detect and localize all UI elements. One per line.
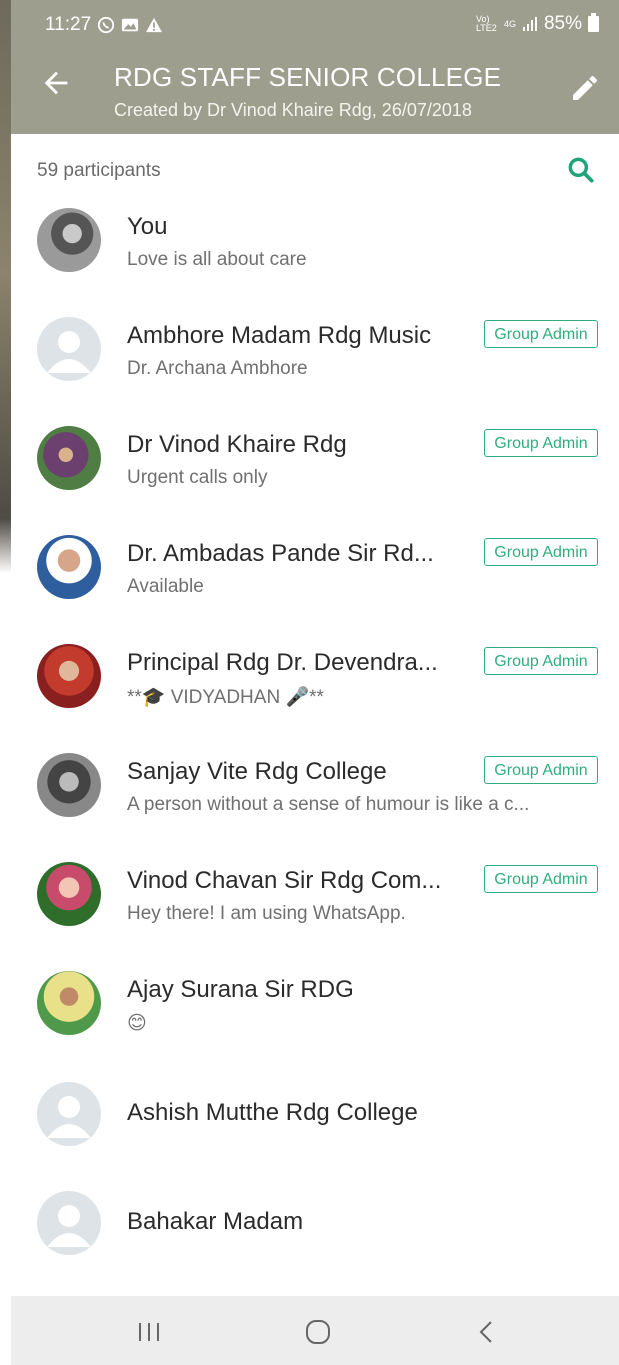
status-right: Vo) LTE2 4G 85% xyxy=(476,13,599,35)
participant-row[interactable]: Dr. Ambadas Pande Sir Rd... Available Gr… xyxy=(11,532,619,622)
participant-status: 😊 xyxy=(127,1013,147,1034)
participant-name: Ashish Mutthe Rdg College xyxy=(127,1099,418,1126)
participant-status: Love is all about care xyxy=(127,249,307,270)
default-avatar-icon xyxy=(47,331,91,373)
participant-row[interactable]: Principal Rdg Dr. Devendra... **🎓 VIDYAD… xyxy=(11,641,619,731)
participant-name: Ajay Surana Sir RDG xyxy=(127,976,354,1003)
participant-name: Bahakar Madam xyxy=(127,1208,304,1235)
background-strip xyxy=(0,0,11,1365)
default-avatar-icon xyxy=(47,1205,91,1247)
group-admin-badge: Group Admin xyxy=(484,647,598,675)
status-left: 11:27 xyxy=(45,14,163,36)
home-icon[interactable] xyxy=(300,1314,336,1350)
avatar[interactable] xyxy=(37,753,101,817)
signal-icon xyxy=(522,17,537,31)
network-label: 4G xyxy=(503,18,516,29)
participant-status: A person without a sense of humour is li… xyxy=(127,794,530,815)
edit-icon[interactable] xyxy=(569,72,601,104)
avatar[interactable] xyxy=(37,317,101,381)
avatar[interactable] xyxy=(37,535,101,599)
participant-status: Urgent calls only xyxy=(127,467,268,488)
avatar[interactable] xyxy=(37,1082,101,1146)
group-admin-badge: Group Admin xyxy=(484,429,598,457)
system-nav-bar xyxy=(11,1296,619,1365)
participant-row[interactable]: You Love is all about care xyxy=(11,205,619,295)
gallery-icon xyxy=(122,18,139,32)
recent-apps-icon[interactable] xyxy=(131,1314,167,1350)
search-icon[interactable] xyxy=(565,154,597,186)
warning-icon xyxy=(146,17,163,33)
group-title[interactable]: RDG STAFF SENIOR COLLEGE xyxy=(114,62,501,93)
participant-name: Principal Rdg Dr. Devendra... xyxy=(127,649,438,676)
participant-name: Dr. Ambadas Pande Sir Rd... xyxy=(127,540,434,567)
participant-name: Sanjay Vite Rdg College xyxy=(127,758,387,785)
participant-status: Available xyxy=(127,576,204,597)
avatar[interactable] xyxy=(37,1191,101,1255)
avatar[interactable] xyxy=(37,426,101,490)
participant-status: Hey there! I am using WhatsApp. xyxy=(127,903,406,924)
back-nav-icon[interactable] xyxy=(469,1314,505,1350)
group-admin-badge: Group Admin xyxy=(484,320,598,348)
participant-name: You xyxy=(127,213,168,240)
back-arrow-icon[interactable] xyxy=(39,66,73,100)
avatar[interactable] xyxy=(37,208,101,272)
participant-row[interactable]: Bahakar Madam xyxy=(11,1188,619,1278)
participant-status: Dr. Archana Ambhore xyxy=(127,358,308,379)
default-avatar-icon xyxy=(47,1096,91,1138)
group-admin-badge: Group Admin xyxy=(484,865,598,893)
participant-name: Ambhore Madam Rdg Music xyxy=(127,322,432,349)
avatar[interactable] xyxy=(37,644,101,708)
group-admin-badge: Group Admin xyxy=(484,756,598,784)
participant-row[interactable]: Ajay Surana Sir RDG 😊 xyxy=(11,968,619,1058)
group-admin-badge: Group Admin xyxy=(484,538,598,566)
volte-label: Vo) LTE2 xyxy=(475,14,497,33)
battery-icon xyxy=(588,13,599,32)
status-bar: 11:27 Vo) LTE2 4G 85% xyxy=(11,0,619,48)
app-screen: 11:27 Vo) LTE2 4G 85% RDG STAFF SENIOR C… xyxy=(11,0,619,1365)
participant-name: Dr Vinod Khaire Rdg xyxy=(127,431,347,458)
participant-row[interactable]: Ambhore Madam Rdg Music Dr. Archana Ambh… xyxy=(11,314,619,404)
participant-row[interactable]: Vinod Chavan Sir Rdg Com... Hey there! I… xyxy=(11,859,619,949)
battery-percent: 85% xyxy=(543,13,582,34)
participant-name: Vinod Chavan Sir Rdg Com... xyxy=(127,867,442,894)
avatar[interactable] xyxy=(37,971,101,1035)
group-header: RDG STAFF SENIOR COLLEGE Created by Dr V… xyxy=(11,48,619,134)
avatar[interactable] xyxy=(37,862,101,926)
clock: 11:27 xyxy=(45,14,92,35)
group-subtitle: Created by Dr Vinod Khaire Rdg, 26/07/20… xyxy=(114,100,472,120)
participant-row[interactable]: Ashish Mutthe Rdg College xyxy=(11,1079,619,1169)
whatsapp-icon xyxy=(98,16,115,34)
participant-row[interactable]: Dr Vinod Khaire Rdg Urgent calls only Gr… xyxy=(11,423,619,513)
participants-count: 59 participants xyxy=(37,160,161,181)
participant-row[interactable]: Sanjay Vite Rdg College A person without… xyxy=(11,750,619,840)
participant-status: **🎓 VIDYADHAN 🎤** xyxy=(127,687,324,708)
